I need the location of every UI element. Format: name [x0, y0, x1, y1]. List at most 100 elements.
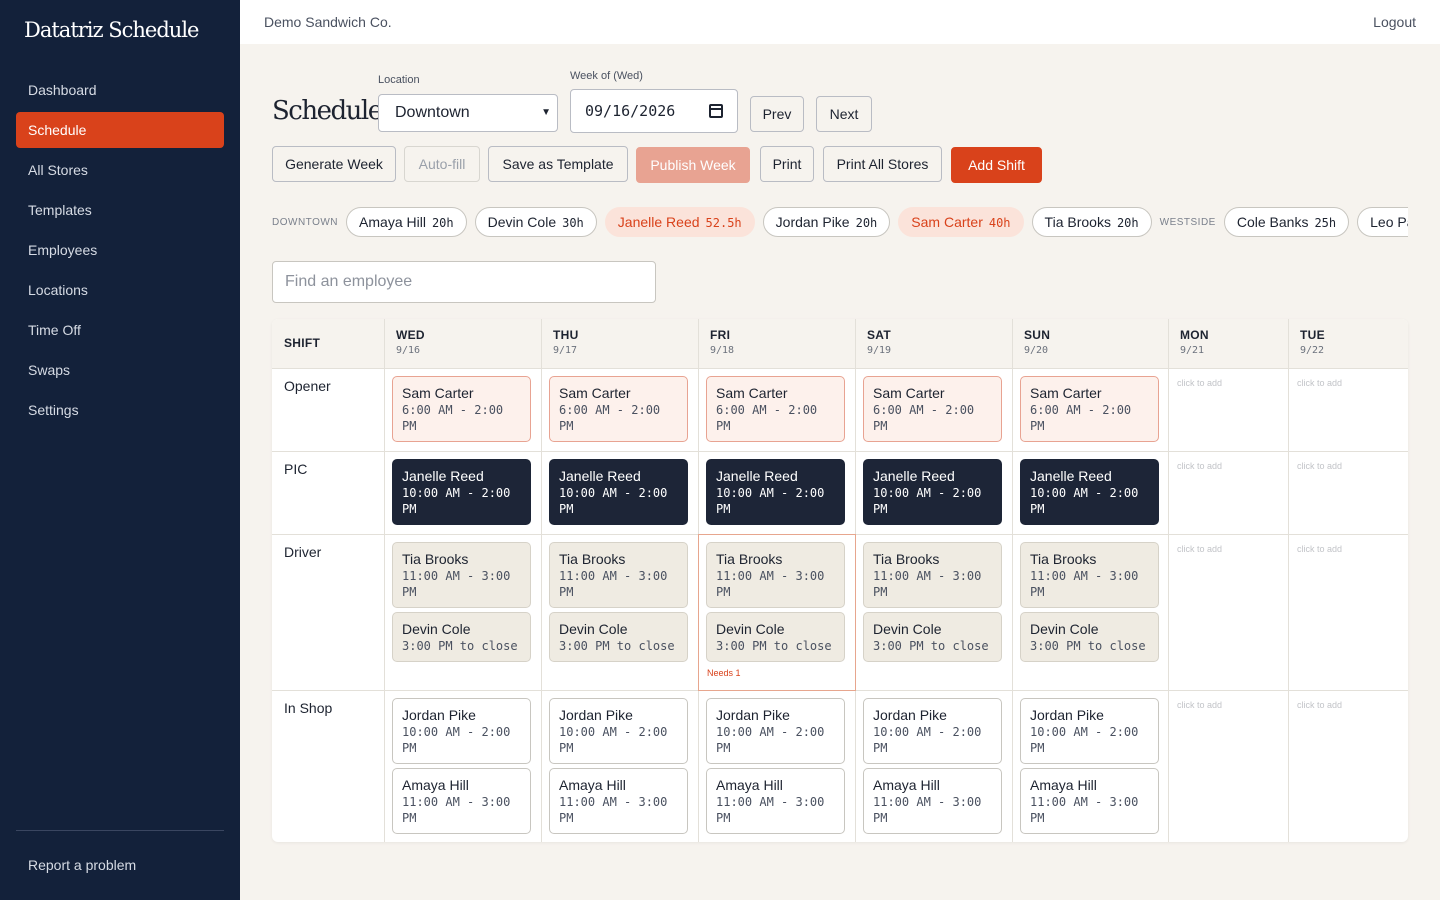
publish-week-button[interactable]: Publish Week	[636, 147, 750, 183]
shift-card[interactable]: Sam Carter 6:00 AM - 2:00 PM	[549, 376, 688, 442]
shift-card[interactable]: Janelle Reed 10:00 AM - 2:00 PM	[863, 459, 1002, 525]
shift-employee-name: Amaya Hill	[1030, 777, 1097, 793]
print-button[interactable]: Print	[760, 146, 814, 182]
sidebar-item-templates[interactable]: Templates	[16, 192, 224, 228]
shift-employee-name: Devin Cole	[402, 621, 471, 637]
shift-card[interactable]: Devin Cole 3:00 PM to close	[1020, 612, 1159, 662]
shift-card[interactable]: Amaya Hill 11:00 AM - 3:00 PM	[1020, 768, 1159, 834]
click-to-add-cell[interactable]: click to add	[1297, 461, 1342, 471]
shift-employee-name: Devin Cole	[1030, 621, 1099, 637]
shift-card[interactable]: Sam Carter 6:00 AM - 2:00 PM	[706, 376, 845, 442]
click-to-add-cell[interactable]: click to add	[1177, 544, 1222, 554]
chip-hours: 30h	[562, 216, 584, 230]
location-select[interactable]: Downtown ▼	[378, 94, 558, 132]
sidebar-item-all-stores[interactable]: All Stores	[16, 152, 224, 188]
shift-card[interactable]: Sam Carter 6:00 AM - 2:00 PM	[392, 376, 531, 442]
shift-employee-name: Jordan Pike	[873, 707, 947, 723]
shift-card[interactable]: Devin Cole 3:00 PM to close	[549, 612, 688, 662]
shift-card[interactable]: Jordan Pike 10:00 AM - 2:00 PM	[863, 698, 1002, 764]
grid-header	[272, 319, 1408, 368]
employee-hours-chip[interactable]: Tia Brooks 20h	[1031, 207, 1152, 237]
employee-hours-chip[interactable]: Cole Banks 25h	[1223, 207, 1350, 237]
sidebar-item-schedule[interactable]: Schedule	[16, 112, 224, 148]
shift-card[interactable]: Devin Cole 3:00 PM to close	[392, 612, 531, 662]
day-header-date: 9/17	[553, 345, 578, 356]
click-to-add-cell[interactable]: click to add	[1297, 544, 1342, 554]
shift-time: 10:00 AM - 2:00 PM	[716, 725, 825, 755]
calendar-icon[interactable]	[709, 104, 723, 118]
shift-card[interactable]: Janelle Reed 10:00 AM - 2:00 PM	[549, 459, 688, 525]
print-all-stores-button[interactable]: Print All Stores	[823, 146, 942, 182]
sidebar-item-time-off[interactable]: Time Off	[16, 312, 224, 348]
day-header-date: 9/22	[1300, 345, 1325, 356]
shift-card[interactable]: Amaya Hill 11:00 AM - 3:00 PM	[549, 768, 688, 834]
shift-card[interactable]: Tia Brooks 11:00 AM - 3:00 PM	[863, 542, 1002, 608]
sidebar-item-settings[interactable]: Settings	[16, 392, 224, 428]
shift-card[interactable]: Amaya Hill 11:00 AM - 3:00 PM	[863, 768, 1002, 834]
shift-time: 6:00 AM - 2:00 PM	[716, 403, 818, 433]
save-template-button[interactable]: Save as Template	[488, 146, 628, 182]
grid-column-divider	[1012, 319, 1013, 842]
shift-card[interactable]: Sam Carter 6:00 AM - 2:00 PM	[863, 376, 1002, 442]
sidebar-item-dashboard[interactable]: Dashboard	[16, 72, 224, 108]
shift-card[interactable]: Amaya Hill 11:00 AM - 3:00 PM	[392, 768, 531, 834]
click-to-add-cell[interactable]: click to add	[1297, 378, 1342, 388]
shift-time: 10:00 AM - 2:00 PM	[1030, 486, 1139, 516]
chip-name: Jordan Pike	[775, 214, 850, 230]
shift-card[interactable]: Devin Cole 3:00 PM to close	[863, 612, 1002, 662]
logout-link[interactable]: Logout	[1373, 14, 1416, 30]
employee-hours-chip[interactable]: Devin Cole 30h	[474, 207, 597, 237]
company-name: Demo Sandwich Co.	[264, 14, 392, 30]
shift-employee-name: Jordan Pike	[559, 707, 633, 723]
chip-hours: 20h	[431, 216, 454, 230]
click-to-add-cell[interactable]: click to add	[1177, 378, 1222, 388]
add-shift-button[interactable]: Add Shift	[951, 147, 1042, 183]
shift-card[interactable]: Jordan Pike 10:00 AM - 2:00 PM	[549, 698, 688, 764]
shift-card[interactable]: Janelle Reed 10:00 AM - 2:00 PM	[392, 459, 531, 525]
autofill-button[interactable]: Auto-fill	[404, 146, 480, 182]
shift-card[interactable]: Tia Brooks 11:00 AM - 3:00 PM	[549, 542, 688, 608]
day-header-date: 9/18	[710, 345, 735, 356]
report-problem-link[interactable]: Report a problem	[28, 857, 136, 873]
shift-card[interactable]: Tia Brooks 11:00 AM - 3:00 PM	[706, 542, 845, 608]
day-header-thu: THU	[553, 328, 579, 342]
sidebar-item-employees[interactable]: Employees	[16, 232, 224, 268]
brand-logo[interactable]: Datatriz Schedule	[24, 18, 199, 42]
click-to-add-cell[interactable]: click to add	[1297, 700, 1342, 710]
shift-employee-name: Sam Carter	[402, 385, 474, 401]
shift-employee-name: Devin Cole	[716, 621, 785, 637]
sidebar-divider	[16, 830, 224, 831]
employee-hours-chip[interactable]: Leo Par	[1357, 207, 1408, 237]
shift-time: 3:00 PM to close	[559, 639, 675, 653]
generate-week-button[interactable]: Generate Week	[272, 146, 396, 182]
role-label-opener: Opener	[284, 378, 331, 394]
prev-button[interactable]: Prev	[750, 96, 804, 132]
shift-time: 6:00 AM - 2:00 PM	[1030, 403, 1132, 433]
shift-time: 10:00 AM - 2:00 PM	[873, 486, 982, 516]
shift-card[interactable]: Amaya Hill 11:00 AM - 3:00 PM	[706, 768, 845, 834]
sidebar-item-locations[interactable]: Locations	[16, 272, 224, 308]
shift-employee-name: Jordan Pike	[1030, 707, 1104, 723]
employee-hours-chip[interactable]: Jordan Pike 20h	[762, 207, 891, 237]
week-date-input[interactable]: 09/16/2026	[570, 89, 738, 133]
shift-card[interactable]: Janelle Reed 10:00 AM - 2:00 PM	[706, 459, 845, 525]
shift-card[interactable]: Tia Brooks 11:00 AM - 3:00 PM	[392, 542, 531, 608]
click-to-add-cell[interactable]: click to add	[1177, 461, 1222, 471]
shift-card[interactable]: Tia Brooks 11:00 AM - 3:00 PM	[1020, 542, 1159, 608]
employee-hours-chip[interactable]: Sam Carter 40h	[898, 207, 1024, 237]
employee-hours-chip[interactable]: Amaya Hill 20h	[346, 207, 467, 237]
shift-time: 11:00 AM - 3:00 PM	[1030, 795, 1139, 825]
shift-card[interactable]: Sam Carter 6:00 AM - 2:00 PM	[1020, 376, 1159, 442]
shift-card[interactable]: Jordan Pike 10:00 AM - 2:00 PM	[1020, 698, 1159, 764]
grid-column-divider	[541, 319, 542, 842]
shift-card[interactable]: Devin Cole 3:00 PM to close	[706, 612, 845, 662]
click-to-add-cell[interactable]: click to add	[1177, 700, 1222, 710]
sidebar-item-swaps[interactable]: Swaps	[16, 352, 224, 388]
shift-card[interactable]: Janelle Reed 10:00 AM - 2:00 PM	[1020, 459, 1159, 525]
employee-hours-chip[interactable]: Janelle Reed 52.5h	[604, 207, 755, 237]
shift-card[interactable]: Jordan Pike 10:00 AM - 2:00 PM	[392, 698, 531, 764]
shift-employee-name: Amaya Hill	[559, 777, 626, 793]
shift-card[interactable]: Jordan Pike 10:00 AM - 2:00 PM	[706, 698, 845, 764]
employee-search-input[interactable]: Find an employee	[272, 261, 656, 303]
next-button[interactable]: Next	[816, 96, 872, 132]
